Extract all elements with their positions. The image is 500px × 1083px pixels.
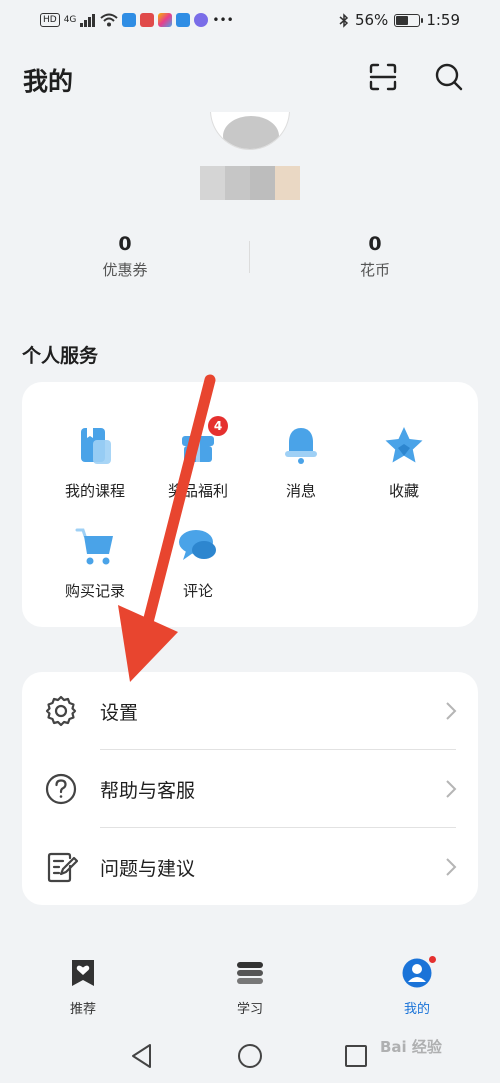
nav-label: 学习 [236, 1002, 263, 1017]
service-favorites[interactable]: 收藏 [354, 424, 454, 501]
menu-card: 设置 帮助与客服 问题与建议 [22, 672, 478, 905]
service-rewards[interactable]: 4 奖品福利 [148, 416, 248, 501]
menu-label: 问题与建议 [100, 858, 196, 880]
status-left: HD 4G ••• [40, 13, 234, 27]
badge-count: 4 [208, 416, 228, 436]
header: 我的 [0, 52, 500, 102]
book-icon [73, 424, 117, 468]
notification-dot [428, 955, 437, 964]
coupons-stat[interactable]: 0 优惠券 [65, 233, 185, 280]
battery-icon [394, 13, 424, 27]
more-icon: ••• [212, 13, 234, 27]
bluetooth-icon [339, 12, 349, 28]
menu-label: 帮助与客服 [100, 780, 196, 802]
heart-bookmark-icon [68, 958, 98, 988]
stat-value: 0 [118, 233, 132, 255]
blur-block [250, 166, 275, 200]
stat-label: 优惠券 [102, 261, 148, 279]
blur-block [225, 166, 250, 200]
stat-divider [249, 241, 250, 273]
status-right: 56% 1:59 [339, 11, 460, 29]
music-icon [194, 13, 209, 27]
service-label: 收藏 [388, 482, 419, 500]
menu-item-settings[interactable]: 设置 [22, 672, 478, 750]
cloud-icon [122, 13, 137, 27]
avatar [210, 112, 290, 150]
stat-label: 花币 [359, 261, 390, 279]
layers-icon [235, 958, 265, 988]
chevron-right-icon [446, 780, 457, 798]
service-label: 我的课程 [64, 482, 125, 500]
clock: 1:59 [426, 11, 460, 29]
nav-tab-study[interactable]: 学习 [210, 958, 290, 1017]
signal-icon [80, 13, 96, 27]
service-my-courses[interactable]: 我的课程 [45, 424, 145, 501]
service-comments[interactable]: 评论 [148, 524, 248, 601]
home-icon[interactable] [236, 1042, 264, 1070]
battery-level [396, 15, 409, 25]
scan-button[interactable] [366, 60, 400, 94]
service-label: 评论 [182, 582, 213, 600]
watermark: Bai 经验 [380, 1038, 442, 1056]
menu-label: 设置 [100, 702, 139, 724]
gift-icon: 4 [176, 416, 228, 468]
menu-item-feedback[interactable]: 问题与建议 [22, 828, 478, 906]
nav-label: 我的 [403, 1002, 430, 1017]
help-icon [45, 773, 77, 805]
nav-label: 推荐 [69, 1002, 96, 1017]
stats-row: 0 优惠券 0 花币 [0, 233, 500, 283]
app-icon [158, 13, 173, 27]
chevron-right-icon [446, 702, 457, 720]
service-label: 奖品福利 [167, 482, 228, 500]
username-blurred [200, 166, 300, 200]
star-icon [382, 424, 426, 468]
back-icon[interactable] [128, 1042, 156, 1070]
status-bar: HD 4G ••• 56% 1:59 [0, 0, 500, 40]
stat-value: 0 [368, 233, 382, 255]
blur-block [200, 166, 225, 200]
coins-stat[interactable]: 0 花币 [315, 233, 435, 280]
network-type: 4G [63, 15, 77, 25]
services-title: 个人服务 [22, 345, 99, 367]
feedback-icon [47, 852, 78, 883]
avatar-button[interactable] [205, 112, 295, 152]
nav-tab-recommend[interactable]: 推荐 [43, 958, 123, 1017]
service-label: 购买记录 [64, 582, 125, 600]
service-messages[interactable]: 消息 [251, 424, 351, 501]
chevron-right-icon [446, 858, 457, 876]
cart-icon [73, 524, 117, 568]
services-card: 我的课程 4 奖品福利 消息 收藏 购买记录 评论 [22, 382, 478, 627]
bottom-nav: 推荐 学习 我的 [0, 955, 500, 1018]
search-icon [435, 63, 463, 91]
service-label: 消息 [285, 482, 316, 500]
wifi-icon [100, 13, 119, 27]
nav-tab-mine[interactable]: 我的 [377, 955, 457, 1017]
menu-item-help[interactable]: 帮助与客服 [22, 750, 478, 828]
gear-icon [45, 695, 77, 727]
service-purchase-history[interactable]: 购买记录 [45, 524, 145, 601]
comment-icon [176, 524, 220, 568]
bell-icon [279, 424, 323, 468]
scan-icon [369, 63, 397, 91]
page-title: 我的 [23, 67, 74, 96]
blur-block [275, 166, 300, 200]
search-button[interactable] [432, 60, 466, 94]
battery-percent: 56% [354, 11, 389, 29]
recents-icon[interactable] [342, 1042, 370, 1070]
app-icon [140, 13, 155, 27]
user-icon [402, 955, 437, 988]
cloud-icon [176, 13, 191, 27]
hd-icon: HD [40, 13, 60, 27]
